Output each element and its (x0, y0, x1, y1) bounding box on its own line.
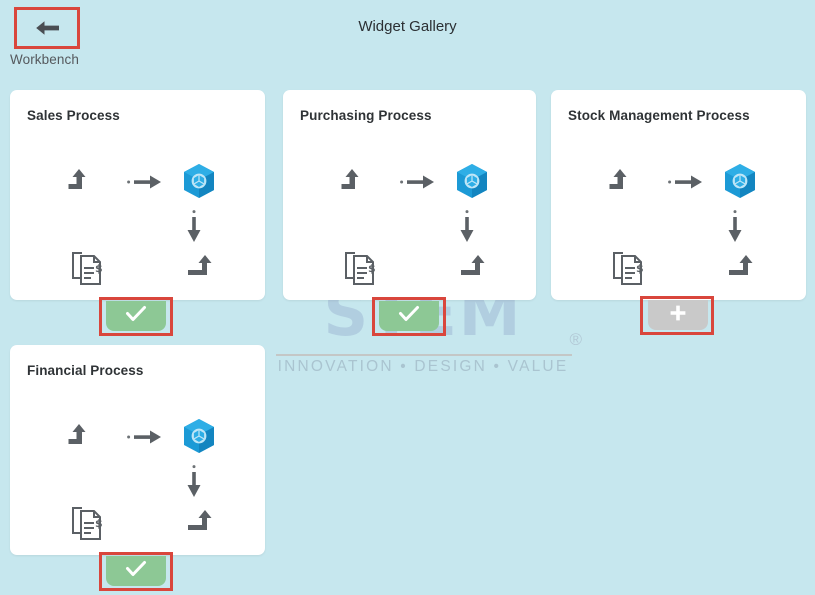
process-diagram: $ (10, 152, 265, 292)
widget-card-sales-process[interactable]: Sales Process $ (10, 90, 265, 300)
inbound-arrow-icon (609, 166, 645, 197)
blue-cube-icon (721, 162, 759, 205)
check-icon (125, 560, 147, 583)
blue-cube-icon (180, 162, 218, 205)
down-arrow-icon (186, 210, 202, 251)
right-arrow-icon (127, 429, 165, 450)
svg-text:$: $ (636, 262, 644, 275)
process-diagram: $ (551, 152, 806, 292)
invoice-document-icon: $ (70, 505, 104, 546)
check-icon (125, 305, 147, 328)
svg-text:$: $ (95, 262, 103, 275)
card-title: Sales Process (27, 108, 120, 123)
watermark-registered-mark: ® (569, 330, 582, 349)
page-header: Workbench Widget Gallery (0, 0, 815, 85)
widget-card-stock-management-process[interactable]: Stock Management Process $ (551, 90, 806, 300)
plus-icon (668, 303, 688, 328)
page-title: Widget Gallery (358, 18, 457, 35)
down-arrow-icon (727, 210, 743, 251)
card-action-button-financial-process[interactable] (106, 556, 166, 586)
invoice-document-icon: $ (70, 250, 104, 291)
process-diagram: $ (10, 407, 265, 547)
blue-cube-icon (453, 162, 491, 205)
check-icon (398, 305, 420, 328)
workbench-label: Workbench (10, 52, 79, 67)
down-arrow-icon (459, 210, 475, 251)
card-title: Stock Management Process (568, 108, 750, 123)
watermark-divider (276, 354, 572, 356)
invoice-document-icon: $ (343, 250, 377, 291)
process-diagram: $ (283, 152, 536, 292)
outbound-arrow-icon (180, 507, 216, 538)
blue-cube-icon (180, 417, 218, 460)
right-arrow-icon (400, 174, 438, 195)
svg-text:$: $ (95, 517, 103, 530)
right-arrow-icon (668, 174, 706, 195)
card-title: Financial Process (27, 363, 144, 378)
outbound-arrow-icon (180, 252, 216, 283)
inbound-arrow-icon (68, 166, 104, 197)
svg-text:$: $ (368, 262, 376, 275)
inbound-arrow-icon (68, 421, 104, 452)
watermark-tagline: INNOVATION • DESIGN • VALUE (277, 358, 569, 375)
widget-card-financial-process[interactable]: Financial Process $ (10, 345, 265, 555)
inbound-arrow-icon (341, 166, 377, 197)
invoice-document-icon: $ (611, 250, 645, 291)
widget-card-purchasing-process[interactable]: Purchasing Process $ (283, 90, 536, 300)
card-action-button-stock-management-process[interactable] (648, 300, 708, 330)
card-title: Purchasing Process (300, 108, 432, 123)
right-arrow-icon (127, 174, 165, 195)
card-action-button-sales-process[interactable] (106, 301, 166, 331)
down-arrow-icon (186, 465, 202, 506)
outbound-arrow-icon (721, 252, 757, 283)
outbound-arrow-icon (453, 252, 489, 283)
card-action-button-purchasing-process[interactable] (379, 301, 439, 331)
